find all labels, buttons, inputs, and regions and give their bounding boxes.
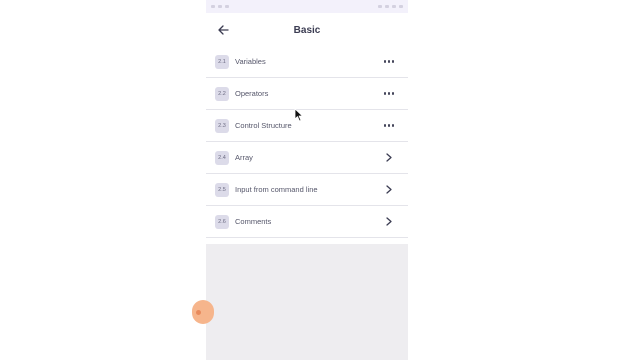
status-bar [206, 0, 408, 13]
more-dots-icon [383, 60, 395, 63]
arrow-left-icon [217, 25, 229, 35]
lesson-number-badge: 2.5 [215, 182, 229, 197]
lesson-number-badge: 2.2 [215, 86, 229, 101]
open-lesson-button[interactable] [382, 215, 396, 229]
clock-icon [399, 5, 403, 8]
lesson-number-badge: 2.6 [215, 214, 229, 229]
screen-recording: Basic 2.1 Variables 2.2 Operators 2.3 Co… [0, 0, 640, 360]
list-item[interactable]: 2.1 Variables [206, 46, 408, 78]
lesson-label: Array [235, 153, 253, 162]
lesson-number-badge: 2.1 [215, 54, 229, 69]
fab-dot-icon [196, 309, 201, 315]
app-header: Basic [206, 17, 408, 43]
chevron-right-icon [386, 153, 392, 162]
phone-screen: Basic 2.1 Variables 2.2 Operators 2.3 Co… [206, 0, 408, 360]
lesson-number-badge: 2.4 [215, 150, 229, 165]
lesson-label: Input from command line [235, 185, 318, 194]
list-item[interactable]: 2.5 Input from command line [206, 174, 408, 206]
lesson-label: Control Structure [235, 121, 292, 130]
more-dots-icon [383, 92, 395, 95]
signal-icon [211, 5, 215, 8]
more-options-button[interactable] [382, 55, 396, 69]
list-item[interactable]: 2.6 Comments [206, 206, 408, 238]
lesson-label: Variables [235, 57, 266, 66]
empty-content-area [206, 244, 408, 360]
list-item[interactable]: 2.3 Control Structure [206, 110, 408, 142]
lesson-label: Comments [235, 217, 272, 226]
list-item[interactable]: 2.4 Array [206, 142, 408, 174]
vibrate-icon [378, 5, 382, 8]
lesson-label: Operators [235, 89, 269, 98]
network-icon [385, 5, 389, 8]
floating-action-button[interactable] [192, 300, 214, 324]
mouse-pointer-icon [294, 108, 303, 122]
open-lesson-button[interactable] [382, 183, 396, 197]
list-item[interactable]: 2.2 Operators [206, 78, 408, 110]
more-options-button[interactable] [382, 87, 396, 101]
more-dots-icon [383, 124, 395, 127]
back-button[interactable] [214, 21, 232, 39]
battery-icon [392, 5, 396, 8]
chevron-right-icon [386, 185, 392, 194]
page-title: Basic [293, 24, 321, 36]
chevron-right-icon [386, 217, 392, 226]
notification-icon [225, 5, 229, 8]
lesson-list: 2.1 Variables 2.2 Operators 2.3 Control … [206, 46, 408, 238]
more-options-button[interactable] [382, 119, 396, 133]
open-lesson-button[interactable] [382, 151, 396, 165]
lesson-number-badge: 2.3 [215, 118, 229, 133]
wifi-icon [218, 5, 222, 8]
